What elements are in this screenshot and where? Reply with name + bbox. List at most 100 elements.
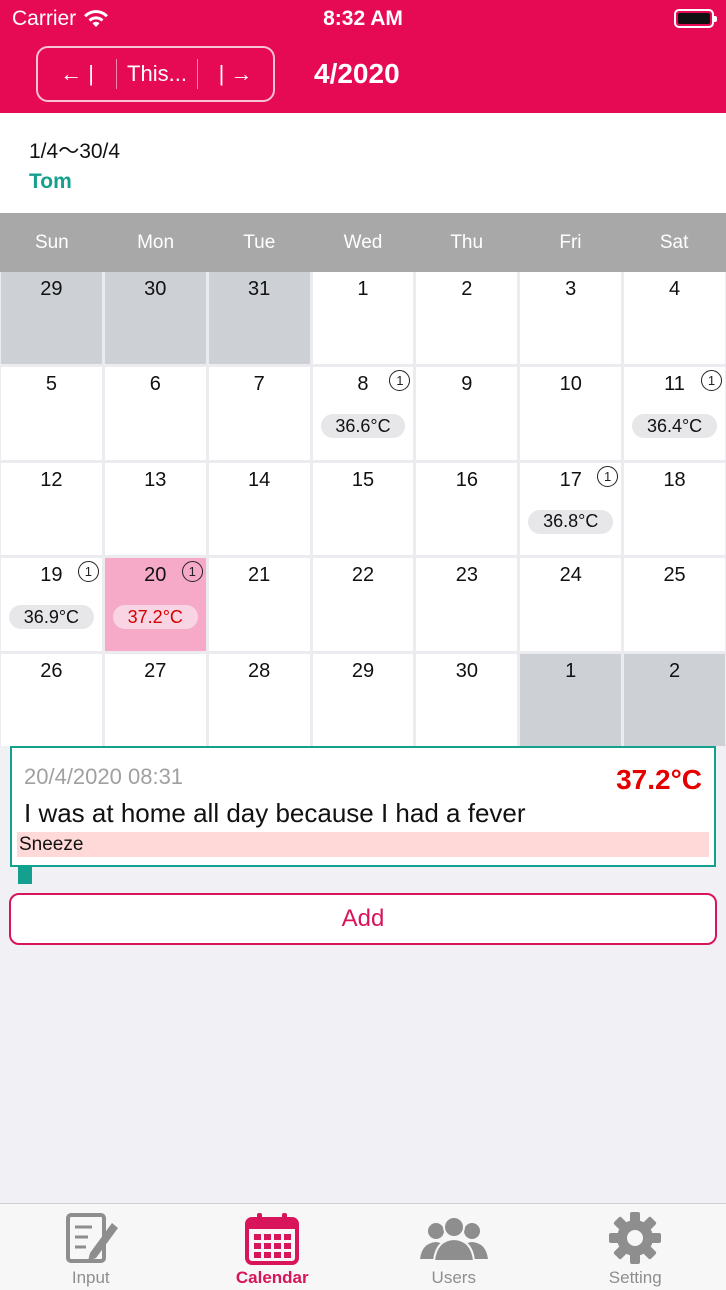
day-number: 21	[248, 564, 271, 587]
day-number: 25	[663, 564, 686, 587]
day-number: 9	[461, 373, 473, 396]
day-number: 7	[253, 373, 265, 396]
day-number: 3	[565, 278, 577, 300]
calendar-day[interactable]: 30	[104, 272, 206, 365]
weekday-header: Sun Mon Tue Wed Thu Fri Sat	[0, 213, 726, 272]
status-time: 8:32 AM	[323, 7, 403, 30]
weekday-wed: Wed	[343, 231, 383, 253]
day-number: 28	[248, 659, 271, 682]
day-number: 6	[149, 373, 161, 396]
day-number: 4	[669, 278, 681, 300]
calendar-day[interactable]: 18	[624, 462, 725, 556]
symptom-tag: Sneeze	[17, 832, 709, 857]
app-header: Carrier 8:32 AM ← | This... | → 4/2020	[0, 0, 726, 113]
calendar-day[interactable]: 15	[312, 462, 414, 556]
month-title: 4/2020	[314, 58, 400, 89]
day-number: 2	[461, 278, 473, 300]
day-number: 18	[663, 468, 686, 491]
entry-count-badge: 1	[181, 561, 203, 583]
calendar-day[interactable]: 13	[104, 462, 206, 556]
entry-count-badge: 1	[597, 465, 619, 487]
weekday-sun: Sun	[34, 231, 69, 253]
tab-setting-label: Setting	[608, 1268, 662, 1287]
calendar-day[interactable]: 29	[1, 272, 102, 365]
temperature-pill: 37.2°C	[112, 605, 198, 630]
day-number: 31	[248, 278, 271, 300]
calendar-day[interactable]: 2	[416, 272, 518, 365]
this-month-button[interactable]: This...	[116, 59, 198, 89]
calendar-day[interactable]: 2	[624, 653, 725, 746]
record-note: I was at home all day because I had a fe…	[24, 798, 526, 828]
weekday-sat: Sat	[659, 231, 689, 253]
weekday-fri: Fri	[559, 231, 582, 253]
tab-input-label: Input	[71, 1268, 110, 1287]
calendar-day[interactable]: 9	[416, 367, 518, 460]
gear-icon	[609, 1212, 662, 1264]
calendar-day[interactable]: 23	[416, 558, 518, 651]
day-number: 13	[144, 468, 167, 491]
prev-month-button[interactable]: ← |	[38, 48, 116, 100]
calendar-day[interactable]: 29	[312, 653, 414, 746]
day-number: 26	[40, 659, 63, 682]
calendar-day[interactable]: 10	[520, 367, 622, 460]
calendar-day[interactable]: 21	[208, 558, 310, 651]
calendar-day[interactable]: 8 1 36.6°C	[312, 367, 414, 460]
calendar-day[interactable]: 26	[1, 653, 102, 746]
user-name[interactable]: Tom	[29, 170, 72, 194]
record-card[interactable]: 20/4/2020 08:31 37.2°C I was at home all…	[10, 746, 716, 867]
calendar-day[interactable]: 5	[1, 367, 102, 460]
temperature-pill: 36.8°C	[528, 509, 614, 534]
tab-users[interactable]: Users	[363, 1204, 545, 1290]
next-month-button[interactable]: | →	[198, 48, 273, 100]
tab-calendar-label: Calendar	[235, 1268, 309, 1287]
calendar-day[interactable]: 28	[208, 653, 310, 746]
day-number: 1	[357, 278, 369, 300]
calendar-day[interactable]: 25	[624, 558, 725, 651]
tab-setting[interactable]: Setting	[545, 1204, 726, 1290]
record-indicator	[18, 867, 32, 884]
input-icon	[65, 1213, 118, 1263]
calendar-day[interactable]: 20 1 37.2°C	[104, 558, 206, 651]
calendar-day[interactable]: 17 1 36.8°C	[520, 462, 622, 556]
calendar-day[interactable]: 7	[208, 367, 310, 460]
day-number: 15	[351, 468, 375, 491]
calendar-day[interactable]: 3	[520, 272, 622, 365]
calendar-day[interactable]: 16	[416, 462, 518, 556]
day-number: 2	[669, 659, 681, 682]
calendar-day[interactable]: 24	[520, 558, 622, 651]
tab-calendar[interactable]: Calendar	[182, 1204, 364, 1290]
day-number: 10	[559, 373, 582, 396]
day-number: 23	[455, 564, 478, 587]
calendar-day[interactable]: 22	[312, 558, 414, 651]
calendar-day[interactable]: 1	[312, 272, 414, 365]
calendar-day[interactable]: 1	[520, 653, 622, 746]
calendar-day[interactable]: 27	[104, 653, 206, 746]
weekday-tue: Tue	[243, 231, 276, 253]
calendar-day[interactable]: 12	[1, 462, 102, 556]
record-datetime: 20/4/2020 08:31	[24, 764, 184, 789]
day-number: 24	[559, 564, 582, 587]
add-button[interactable]: Add	[9, 893, 717, 945]
weekday-thu: Thu	[450, 231, 484, 253]
day-number: 22	[351, 564, 375, 587]
temperature-pill: 36.9°C	[9, 605, 94, 630]
calendar-day[interactable]: 11 1 36.4°C	[624, 367, 725, 460]
day-number: 29	[40, 278, 63, 300]
weekday-mon: Mon	[137, 231, 175, 253]
record-temperature: 37.2°C	[616, 764, 702, 795]
day-number: 5	[45, 373, 57, 396]
tab-users-label: Users	[431, 1268, 476, 1287]
calendar-day[interactable]: 4	[624, 272, 725, 365]
calendar-grid: 29 30 31 1 2 3 4 5 6 7 8 1 36.6°C 9 10 11 1 36.4°C 12 13 14 1…	[0, 272, 726, 746]
tab-input[interactable]: Input	[0, 1204, 182, 1290]
date-range: 1/4～30/4	[29, 140, 121, 163]
day-number: 1	[565, 659, 577, 682]
calendar-day[interactable]: 6	[104, 367, 206, 460]
day-number: 16	[455, 468, 478, 491]
calendar-day[interactable]: 19 1 36.9°C	[1, 558, 102, 651]
calendar-day[interactable]: 31	[208, 272, 310, 365]
calendar-day[interactable]: 30	[416, 653, 518, 746]
day-number: 12	[40, 468, 63, 491]
tab-bar: Input Calendar Users Setting	[0, 1203, 726, 1290]
calendar-day[interactable]: 14	[208, 462, 310, 556]
